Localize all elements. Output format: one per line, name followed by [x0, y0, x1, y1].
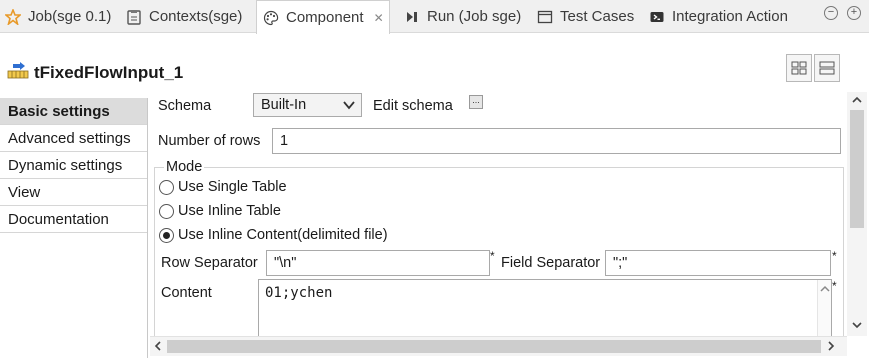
tab-label: Run (Job sge)	[427, 8, 522, 25]
edit-schema-button[interactable]: ...	[469, 95, 483, 109]
content-label: Content	[161, 285, 212, 301]
radio-inline-table[interactable]	[159, 204, 174, 219]
tab-label: Job(sge 0.1)	[28, 8, 112, 25]
component-title: tFixedFlowInput_1	[34, 63, 184, 82]
nav-documentation[interactable]: Documentation	[0, 206, 147, 233]
editor-tab-bar: Job(sge 0.1) Contexts(sge) Component ✕ R…	[0, 0, 869, 34]
radio-inline-content[interactable]	[159, 228, 174, 243]
horizontal-layout-button[interactable]	[786, 54, 812, 82]
palette-icon	[262, 9, 280, 27]
fixed-flow-input-icon	[7, 62, 29, 83]
chevron-down-icon	[342, 97, 356, 119]
tab-label: Test Cases	[560, 8, 635, 25]
row-separator-label: Row Separator	[161, 255, 258, 271]
tab-label: Component	[286, 9, 364, 26]
tab-label: Contexts(sge)	[149, 8, 243, 25]
tab-label: Integration Action	[672, 8, 788, 25]
component-header: tFixedFlowInput_1	[0, 34, 869, 92]
scroll-right-icon	[828, 341, 835, 351]
tab-test-cases[interactable]: Test Cases	[536, 0, 634, 33]
required-mark: *	[490, 249, 495, 263]
rows-label: Number of rows	[158, 133, 261, 149]
maximize-icon[interactable]: +	[847, 6, 861, 20]
tab-run[interactable]: Run (Job sge)	[403, 0, 521, 33]
job-star-icon	[4, 8, 22, 26]
radio-label: Use Inline Content(delimited file)	[178, 227, 388, 243]
required-mark: *	[832, 249, 837, 263]
tab-component[interactable]: Component ✕	[256, 0, 390, 34]
radio-label: Use Single Table	[178, 179, 287, 195]
contexts-icon	[125, 8, 143, 26]
mode-legend: Mode	[164, 159, 205, 175]
scroll-up-icon	[852, 96, 862, 103]
horizontal-scroll-thumb[interactable]	[167, 340, 821, 353]
schema-value: Built-In	[261, 97, 307, 113]
schema-label: Schema	[158, 98, 212, 114]
basic-settings-panel: Schema Built-In Edit schema ... Number o…	[150, 92, 847, 336]
radio-single-table[interactable]	[159, 180, 174, 195]
field-separator-label: Field Separator	[501, 255, 601, 271]
scroll-up-icon	[820, 285, 830, 292]
edit-schema-label: Edit schema	[373, 98, 453, 114]
rows-layout-icon	[819, 61, 835, 75]
nav-view[interactable]: View	[0, 179, 147, 206]
test-cases-icon	[536, 8, 554, 26]
vertical-scroll-thumb[interactable]	[850, 110, 864, 228]
run-icon	[403, 8, 421, 26]
field-separator-input[interactable]: ";"	[605, 250, 831, 276]
nav-basic-settings[interactable]: Basic settings	[0, 98, 147, 125]
grid-layout-icon	[791, 61, 807, 75]
scroll-left-icon	[154, 341, 161, 351]
content-value: 01;ychen	[265, 285, 333, 301]
scroll-down-icon	[852, 322, 862, 329]
settings-nav: Basic settings Advanced settings Dynamic…	[0, 98, 148, 358]
row-separator-input[interactable]: "\n"	[266, 250, 490, 276]
tab-integration-action[interactable]: Integration Action	[648, 0, 788, 33]
content-textarea[interactable]: 01;ychen	[258, 279, 832, 336]
schema-select[interactable]: Built-In	[253, 93, 362, 117]
integration-icon	[648, 8, 666, 26]
vertical-layout-button[interactable]	[814, 54, 840, 82]
nav-dynamic-settings[interactable]: Dynamic settings	[0, 152, 147, 179]
tab-job[interactable]: Job(sge 0.1)	[4, 0, 111, 33]
vertical-scrollbar[interactable]	[847, 92, 867, 336]
required-mark: *	[832, 279, 837, 293]
minimize-icon[interactable]: −	[824, 6, 838, 20]
tab-contexts[interactable]: Contexts(sge)	[125, 0, 242, 33]
close-icon[interactable]: ✕	[374, 11, 384, 25]
content-scrollbar[interactable]	[817, 280, 831, 336]
radio-label: Use Inline Table	[178, 203, 281, 219]
nav-advanced-settings[interactable]: Advanced settings	[0, 125, 147, 152]
horizontal-scrollbar[interactable]	[150, 336, 847, 356]
number-of-rows-input[interactable]: 1	[272, 128, 841, 154]
